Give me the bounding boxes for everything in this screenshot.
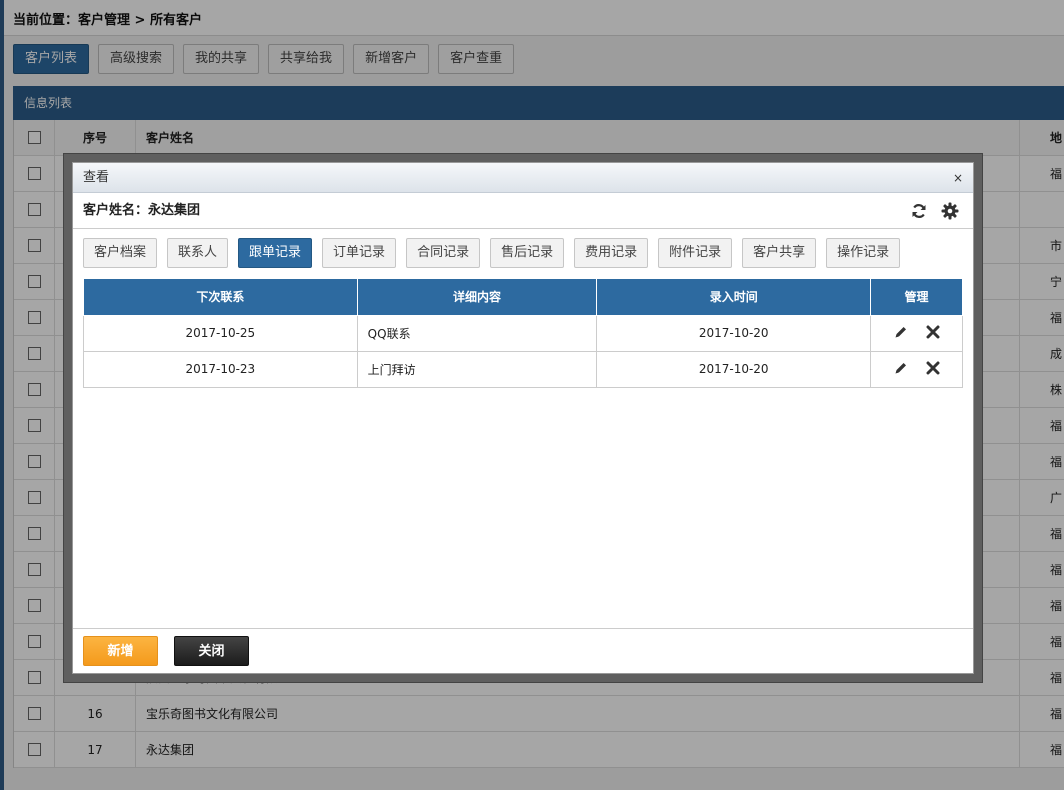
col-manage: 管理	[870, 279, 963, 316]
created-time-cell: 2017-10-20	[596, 350, 872, 388]
table-row: 2017-10-25 QQ联系 2017-10-20	[83, 314, 963, 352]
tab-followup-records[interactable]: 跟单记录	[238, 238, 313, 268]
dialog-title: 查看	[83, 170, 110, 185]
customer-name-bar: 客户姓名：永达集团	[73, 193, 973, 229]
close-dialog-button[interactable]: 关闭	[174, 636, 249, 666]
tab-contract-records[interactable]: 合同记录	[406, 238, 481, 268]
delete-icon[interactable]	[926, 361, 940, 378]
delete-icon[interactable]	[926, 325, 940, 342]
view-dialog: 查看 × 客户姓名：永达集团 客户档案 联系人 跟单记录 订单记录 合同记录 售…	[72, 162, 974, 674]
tab-expense-records[interactable]: 费用记录	[574, 238, 649, 268]
edit-icon[interactable]	[894, 361, 908, 378]
tab-customer-share[interactable]: 客户共享	[742, 238, 817, 268]
tab-contacts[interactable]: 联系人	[167, 238, 229, 268]
record-tabs: 客户档案 联系人 跟单记录 订单记录 合同记录 售后记录 费用记录 附件记录 客…	[83, 238, 901, 268]
customer-name-label: 客户姓名：永达集团	[83, 203, 201, 218]
next-contact-cell: 2017-10-23	[83, 350, 358, 388]
tab-customer-profile[interactable]: 客户档案	[83, 238, 158, 268]
followup-table: 下次联系 详细内容 录入时间 管理 2017-10-25 QQ联系 2017-1…	[83, 279, 963, 388]
col-next-contact: 下次联系	[83, 279, 358, 316]
edit-icon[interactable]	[894, 325, 908, 342]
tab-attachment-records[interactable]: 附件记录	[658, 238, 733, 268]
dialog-footer: 新增 关闭	[73, 628, 973, 673]
followup-header-row: 下次联系 详细内容 录入时间 管理	[83, 279, 963, 316]
refresh-icon[interactable]	[911, 203, 927, 219]
dialog-title-bar: 查看 ×	[73, 163, 973, 193]
next-contact-cell: 2017-10-25	[83, 314, 358, 352]
close-icon[interactable]: ×	[953, 163, 963, 193]
manage-cell	[870, 314, 963, 352]
detail-cell: QQ联系	[356, 314, 598, 352]
col-detail: 详细内容	[356, 279, 598, 316]
manage-cell	[870, 350, 963, 388]
col-created-time: 录入时间	[596, 279, 872, 316]
detail-cell: 上门拜访	[356, 350, 598, 388]
gear-icon[interactable]	[941, 202, 959, 220]
created-time-cell: 2017-10-20	[596, 314, 872, 352]
tab-order-records[interactable]: 订单记录	[322, 238, 397, 268]
tab-operation-records[interactable]: 操作记录	[826, 238, 901, 268]
add-record-button[interactable]: 新增	[83, 636, 158, 666]
tab-aftersales-records[interactable]: 售后记录	[490, 238, 565, 268]
table-row: 2017-10-23 上门拜访 2017-10-20	[83, 350, 963, 388]
